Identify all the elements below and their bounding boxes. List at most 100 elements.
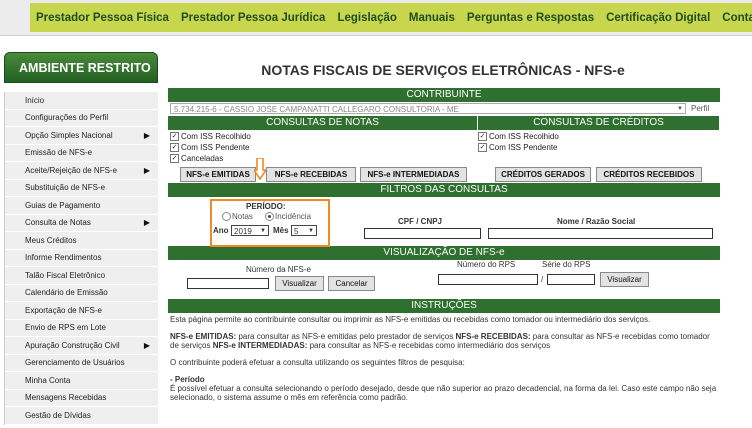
chevron-right-icon: ▶: [143, 130, 150, 140]
check-creditos-recolhido[interactable]: ✓ Com ISS Recolhido: [478, 132, 559, 141]
nav-certificacao[interactable]: Certificação Digital: [600, 12, 716, 24]
checkbox-label: Canceladas: [181, 154, 224, 163]
sidebar-item-label: Informe Rendimentos: [25, 253, 102, 263]
check-creditos-pendente[interactable]: ✓ Com ISS Pendente: [478, 143, 557, 152]
nfse-intermediadas-button[interactable]: NFS-e INTERMEDIADAS: [360, 167, 467, 182]
perfil-label: Perfil: [691, 104, 710, 113]
creditos-gerados-button[interactable]: CRÉDITOS GERADOS: [495, 167, 591, 182]
checkbox-checked-icon: ✓: [170, 154, 179, 163]
sidebar-item-minha-conta[interactable]: Minha Conta: [5, 372, 158, 390]
cpf-cnpj-input[interactable]: [364, 228, 481, 239]
sidebar: AMBIENTE RESTRITO Início Configurações d…: [4, 52, 158, 428]
periodo-label: PERÍODO:: [246, 202, 286, 211]
visualizar-nfse-button[interactable]: Visualizar: [275, 276, 324, 291]
sidebar-item-configuracoes[interactable]: Configurações do Perfil: [5, 109, 158, 127]
sidebar-item-aceite[interactable]: Aceite/Rejeição de NFS-e ▶: [5, 162, 158, 180]
sidebar-item-label: Consulta de Notas: [25, 218, 91, 228]
contribuinte-value: 5.734.215-6 - CASSIO JOSE CAMPANATTI CAL…: [174, 105, 459, 114]
sidebar-item-envio-rps[interactable]: Envio de RPS em Lote: [5, 319, 158, 337]
sidebar-item-label: Minha Conta: [25, 375, 71, 385]
nav-prestador-pf[interactable]: Prestador Pessoa Física: [30, 12, 175, 24]
instr-emitidas-label: NFS-e EMITIDAS:: [170, 332, 237, 341]
visualizacao-header: VISUALIZAÇÃO DE NFS-e: [168, 246, 720, 260]
sidebar-item-label: Emissão de NFS-e: [25, 148, 93, 158]
mes-value: 5: [294, 227, 299, 236]
sidebar-item-usuarios[interactable]: Gerenciamento de Usuários: [5, 354, 158, 372]
nav-perguntas[interactable]: Perguntas e Respostas: [461, 12, 600, 24]
nome-razao-input[interactable]: [488, 228, 713, 239]
radio-label: Notas: [232, 212, 253, 221]
numero-rps-label: Número do RPS: [457, 260, 516, 269]
nav-prestador-pj[interactable]: Prestador Pessoa Jurídica: [175, 12, 331, 24]
filtros-header: FILTROS DAS CONSULTAS: [168, 183, 720, 197]
radio-incidencia[interactable]: Incidência: [265, 212, 312, 222]
sidebar-item-label: Gerenciamento de Usuários: [25, 358, 125, 368]
nav-legislacao[interactable]: Legislação: [331, 12, 402, 24]
sidebar-item-dividas[interactable]: Gestão de Dívidas: [5, 407, 158, 425]
sidebar-item-mensagens[interactable]: Mensagens Recebidas: [5, 389, 158, 407]
nav-contato[interactable]: Contato: [716, 12, 752, 24]
sidebar-item-calendario[interactable]: Calendário de Emissão: [5, 284, 158, 302]
chevron-down-icon: ▼: [677, 106, 683, 112]
sidebar-item-guias[interactable]: Guias de Pagamento: [5, 197, 158, 215]
instr-intro: Esta página permite ao contribuinte cons…: [170, 315, 651, 324]
sidebar-item-apuracao[interactable]: Apuração Construção Civil ▶: [5, 337, 158, 355]
page-title: NOTAS FISCAIS DE SERVIÇOS ELETRÔNICAS - …: [261, 62, 625, 78]
sidebar-item-substituicao[interactable]: Substituição de NFS-e: [5, 179, 158, 197]
serie-rps-label: Série do RPS: [542, 260, 591, 269]
sidebar-item-exportacao[interactable]: Exportação de NFS-e: [5, 302, 158, 320]
sidebar-item-label: Guias de Pagamento: [25, 200, 101, 210]
top-navigation: Prestador Pessoa Física Prestador Pessoa…: [0, 0, 752, 36]
numero-rps-input[interactable]: [438, 274, 538, 285]
consultas-creditos-header: CONSULTAS DE CRÉDITOS: [478, 116, 719, 130]
sidebar-item-label: Mensagens Recebidas: [25, 393, 107, 403]
radio-label: Incidência: [275, 212, 312, 221]
sidebar-item-informe[interactable]: Informe Rendimentos: [5, 249, 158, 267]
sidebar-item-talao[interactable]: Talão Fiscal Eletrônico: [5, 267, 158, 285]
numero-nfse-input[interactable]: [187, 278, 269, 289]
ano-select[interactable]: 2019 ▼: [231, 225, 269, 236]
check-notas-pendente[interactable]: ✓ Com ISS Pendente: [170, 143, 249, 152]
creditos-recebidos-button[interactable]: CRÉDITOS RECEBIDOS: [596, 167, 702, 182]
main-content: NOTAS FISCAIS DE SERVIÇOS ELETRÔNICAS - …: [168, 52, 720, 402]
instr-periodo-label: - Período: [170, 375, 205, 384]
chevron-right-icon: ▶: [143, 340, 150, 350]
serie-rps-input[interactable]: [547, 274, 595, 285]
chevron-right-icon: ▶: [143, 218, 150, 228]
nav-manuais[interactable]: Manuais: [403, 12, 461, 24]
mes-select[interactable]: 5 ▼: [291, 225, 317, 236]
contribuinte-header: CONTRIBUINTE: [168, 88, 720, 102]
rps-separator: /: [541, 275, 544, 284]
sidebar-item-label: Opção Simples Nacional: [25, 130, 113, 140]
chevron-down-icon: ▼: [308, 228, 314, 234]
sidebar-item-emissao[interactable]: Emissão de NFS-e: [5, 144, 158, 162]
checkbox-label: Com ISS Recolhido: [181, 132, 251, 141]
checkbox-label: Com ISS Pendente: [181, 143, 250, 152]
checkbox-label: Com ISS Pendente: [489, 143, 558, 152]
checkbox-checked-icon: ✓: [478, 132, 487, 141]
radio-checked-icon: [265, 212, 274, 222]
ano-value: 2019: [234, 227, 252, 236]
sidebar-item-consulta-notas[interactable]: Consulta de Notas ▶: [5, 214, 158, 232]
nome-razao-label: Nome / Razão Social: [557, 217, 636, 226]
sidebar-item-simples-nacional[interactable]: Opção Simples Nacional ▶: [5, 127, 158, 145]
sidebar-item-inicio[interactable]: Início: [5, 92, 158, 110]
check-notas-recolhido[interactable]: ✓ Com ISS Recolhido: [170, 132, 251, 141]
orange-arrow-down-icon: [254, 158, 266, 180]
sidebar-item-label: Início: [25, 95, 45, 105]
cancelar-button[interactable]: Cancelar: [328, 276, 375, 291]
check-notas-canceladas[interactable]: ✓ Canceladas: [170, 154, 223, 163]
top-nav-bar: Prestador Pessoa Física Prestador Pessoa…: [30, 3, 752, 32]
instr-intermediadas-label: NFS-e INTERMEDIADAS:: [212, 341, 308, 350]
contribuinte-select[interactable]: 5.734.215-6 - CASSIO JOSE CAMPANATTI CAL…: [170, 103, 686, 114]
cpf-cnpj-label: CPF / CNPJ: [398, 217, 443, 226]
sidebar-item-label: Configurações do Perfil: [25, 113, 109, 123]
checkbox-label: Com ISS Recolhido: [489, 132, 559, 141]
sidebar-item-label: Gestão de Dívidas: [25, 410, 91, 420]
visualizar-rps-button[interactable]: Visualizar: [600, 272, 649, 287]
nfse-recebidas-button[interactable]: NFS-e RECEBIDAS: [266, 167, 356, 182]
nfse-emitidas-button[interactable]: NFS-e EMITIDAS: [180, 167, 256, 182]
instr-tipos: NFS-e EMITIDAS: para consultar as NFS-e …: [170, 332, 720, 350]
radio-notas[interactable]: Notas: [222, 212, 253, 222]
sidebar-item-meus-creditos[interactable]: Meus Créditos: [5, 232, 158, 250]
